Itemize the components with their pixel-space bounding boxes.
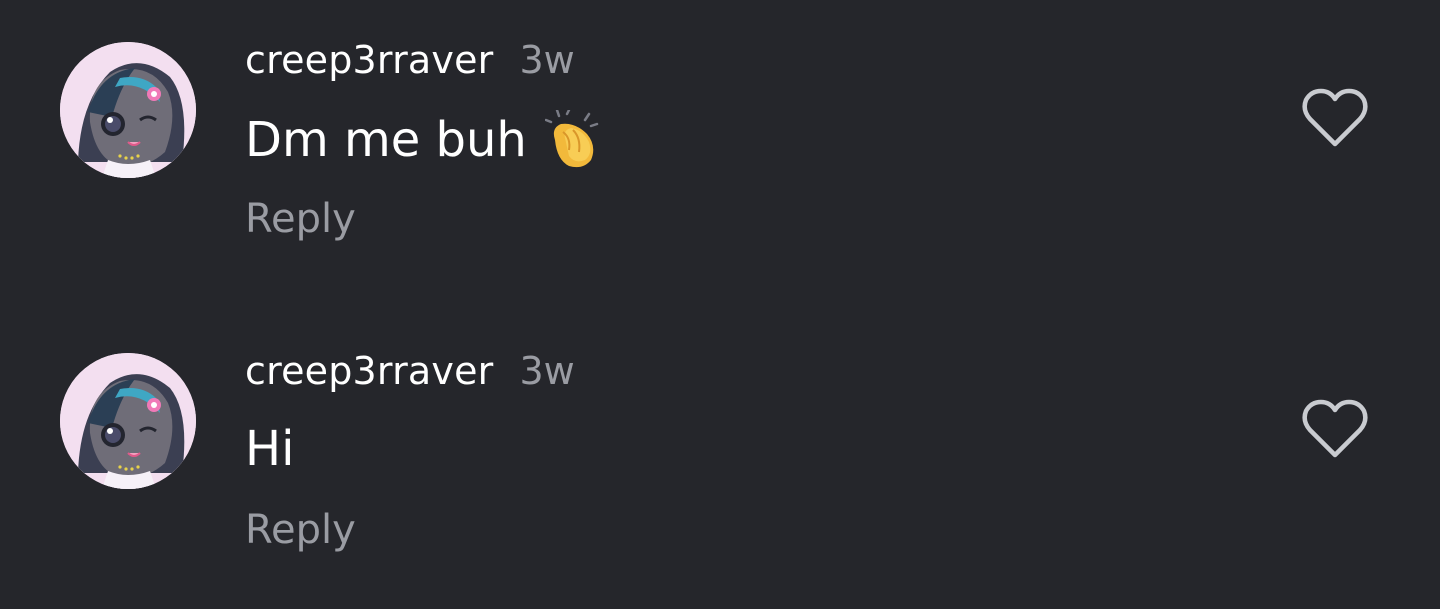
username[interactable]: creep3rraver xyxy=(245,349,494,393)
avatar[interactable] xyxy=(60,42,196,178)
comment-text: Hi xyxy=(245,421,295,477)
timestamp: 3w xyxy=(519,38,575,82)
reply-button[interactable]: Reply xyxy=(245,196,356,242)
clapping-hands-icon xyxy=(544,108,601,170)
reply-button[interactable]: Reply xyxy=(245,507,356,553)
like-button[interactable] xyxy=(1300,86,1370,150)
like-button[interactable] xyxy=(1300,397,1370,461)
comment-meta: creep3rraver 3w xyxy=(245,38,575,84)
comment-item: creep3rraver 3w Hi Reply xyxy=(0,311,1440,561)
comment-text-row: Hi xyxy=(245,421,294,477)
anime-avatar-icon xyxy=(60,42,196,178)
username[interactable]: creep3rraver xyxy=(245,38,494,82)
comment-text: Dm me buh xyxy=(245,112,527,168)
comment-text-row: Dm me buh xyxy=(245,108,601,170)
timestamp: 3w xyxy=(519,349,575,393)
heart-outline-icon xyxy=(1302,399,1368,458)
heart-outline-icon xyxy=(1302,88,1368,147)
avatar[interactable] xyxy=(60,353,196,489)
comment-item: creep3rraver 3w Dm me buh Reply xyxy=(0,0,1440,250)
comment-meta: creep3rraver 3w xyxy=(245,349,575,395)
anime-avatar-icon xyxy=(60,353,196,489)
